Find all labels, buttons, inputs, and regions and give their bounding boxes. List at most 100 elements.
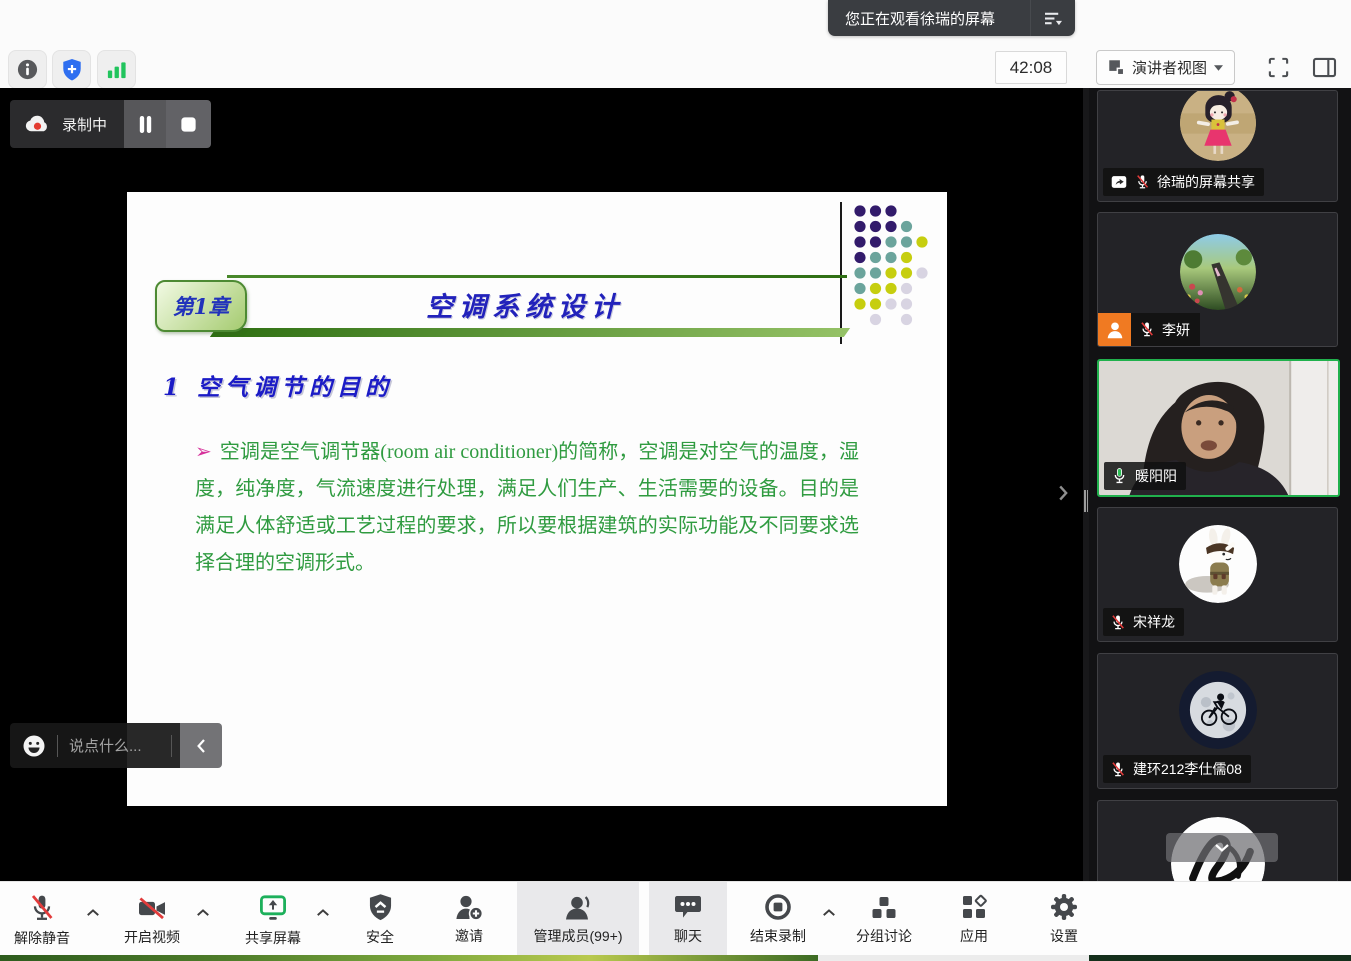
cloud-record-icon (24, 114, 51, 134)
mute-options-chevron[interactable] (86, 908, 100, 917)
fullscreen-icon (1267, 56, 1290, 79)
divider-handle (1084, 490, 1086, 512)
stop-recording-button[interactable] (166, 100, 211, 148)
signal-bars-icon (105, 58, 128, 81)
participant-name: 建环212李仕儒08 (1133, 759, 1242, 779)
bullet-arrow-glyph: ➢ (195, 441, 212, 463)
chevron-left-icon (196, 738, 206, 754)
start-video-button[interactable]: 开启视频 (108, 882, 196, 956)
participant-name: 李妍 (1162, 320, 1190, 340)
mic-muted-icon (1139, 321, 1155, 338)
mic-muted-icon (28, 893, 56, 923)
camera-muted-icon (137, 893, 167, 922)
screen-share-badge-icon (1110, 174, 1128, 190)
mic-muted-icon (1110, 761, 1126, 778)
apps-grid-icon (960, 893, 988, 921)
banner-bottom-bar (210, 328, 850, 337)
mic-muted-icon (1110, 614, 1126, 631)
chat-bubble-icon (673, 893, 703, 921)
security-button[interactable]: 安全 (348, 882, 412, 956)
meeting-info-button[interactable] (8, 50, 47, 89)
view-mode-label: 演讲者视图 (1132, 57, 1207, 78)
manage-members-button[interactable]: 管理成员(99+) (517, 882, 639, 956)
mic-muted-icon (1135, 174, 1150, 190)
participant-label: 宋祥龙 (1103, 608, 1184, 636)
breakout-rooms-button[interactable]: 分组讨论 (844, 882, 924, 956)
breakout-squares-icon (870, 893, 898, 921)
recording-bar: 录制中 (10, 100, 211, 148)
pause-icon (136, 113, 155, 136)
stop-record-icon (764, 893, 792, 921)
speaker-view-icon (1108, 59, 1125, 76)
chat-collapse-button[interactable] (180, 723, 222, 768)
caret-down-icon (1214, 65, 1223, 71)
background-strip-dark (1089, 955, 1351, 961)
recording-label: 录制中 (62, 114, 107, 135)
participant-tile-songxianglong[interactable]: 宋祥龙 (1097, 507, 1338, 642)
info-icon (16, 58, 39, 81)
expand-panel-chevron[interactable] (1058, 484, 1069, 502)
fullscreen-button[interactable] (1260, 51, 1296, 83)
view-mode-selector[interactable]: 演讲者视图 (1096, 50, 1235, 85)
avatar (1179, 525, 1257, 603)
participant-name: 徐瑞的屏幕共享 (1157, 172, 1255, 192)
recording-options-chevron[interactable] (822, 908, 836, 917)
chat-button[interactable]: 聊天 (649, 882, 727, 956)
top-toolbar: 42:08 演讲者视图 (0, 0, 1351, 88)
meeting-window: 42:08 演讲者视图 您正在观看徐瑞的屏幕 录制中 (0, 0, 1351, 961)
settings-button[interactable]: 设置 (1032, 882, 1096, 956)
collapse-participants-button[interactable] (1166, 833, 1278, 862)
banner-menu-button[interactable] (1030, 0, 1075, 36)
slide-title-banner: 第1章 空调系统设计 (155, 275, 847, 339)
pause-recording-button[interactable] (124, 100, 166, 148)
participant-label: 建环212李仕儒08 (1103, 755, 1251, 783)
participant-tile-lishiru[interactable]: 建环212李仕儒08 (1097, 653, 1338, 789)
emoji-icon[interactable] (22, 734, 46, 758)
shield-chevron-icon (367, 893, 394, 922)
quick-chat-bar: 说点什么... (10, 723, 222, 768)
avatar (1180, 234, 1256, 310)
slide-paragraph-text: 空调是空气调节器(room air conditioner)的简称，空调是对空气… (195, 441, 859, 574)
chat-placeholder: 说点什么... (69, 735, 160, 756)
participants-panel: 徐瑞的屏幕共享 (1089, 88, 1351, 961)
share-screen-button[interactable]: 共享屏幕 (228, 882, 318, 956)
apps-button[interactable]: 应用 (942, 882, 1006, 956)
share-options-chevron[interactable] (316, 908, 330, 917)
chapter-tab: 第1章 (155, 280, 247, 332)
unmute-button[interactable]: 解除静音 (0, 882, 84, 956)
security-status-button[interactable] (52, 50, 91, 89)
end-recording-button[interactable]: 结束录制 (735, 882, 821, 956)
participant-label: 暖阳阳 (1104, 462, 1186, 490)
avatar (1180, 90, 1256, 161)
background-strip-light (818, 955, 1089, 961)
chat-input[interactable]: 说点什么... (10, 723, 180, 768)
avatar (1179, 671, 1257, 749)
background-video-strip (0, 955, 818, 961)
network-quality-button[interactable] (97, 50, 136, 89)
participant-name: 宋祥龙 (1133, 612, 1175, 632)
person-badge-icon (1104, 319, 1126, 341)
slide-title: 空调系统设计 (305, 285, 745, 324)
meeting-timer: 42:08 (995, 51, 1067, 84)
participant-tile-xurui[interactable]: 徐瑞的屏幕共享 (1097, 90, 1338, 202)
gear-icon (1050, 893, 1078, 921)
person-plus-icon (454, 893, 484, 921)
menu-lines-icon (1043, 10, 1064, 27)
slide-paragraph: ➢空调是空气调节器(room air conditioner)的简称，空调是对空… (195, 434, 859, 582)
panel-layout-icon (1312, 57, 1337, 78)
shared-screen-stage: 录制中 (0, 88, 1083, 961)
participant-label: 李妍 (1131, 313, 1200, 346)
participant-label: 徐瑞的屏幕共享 (1103, 168, 1264, 196)
video-options-chevron[interactable] (196, 908, 210, 917)
watching-banner-text: 您正在观看徐瑞的屏幕 (845, 8, 1030, 29)
recording-status: 录制中 (10, 100, 124, 148)
person-icon (563, 893, 593, 921)
share-screen-icon (258, 893, 288, 923)
chat-divider-2 (171, 735, 172, 757)
participant-tile-liyan[interactable]: 李妍 (1097, 212, 1338, 347)
divider-handle (1087, 490, 1089, 512)
side-panel-toggle-button[interactable] (1306, 51, 1342, 83)
invite-button[interactable]: 邀请 (436, 882, 502, 956)
participant-tile-nuanyangyang-speaking[interactable]: 暖阳阳 (1097, 359, 1340, 497)
participant-name: 暖阳阳 (1135, 466, 1177, 486)
